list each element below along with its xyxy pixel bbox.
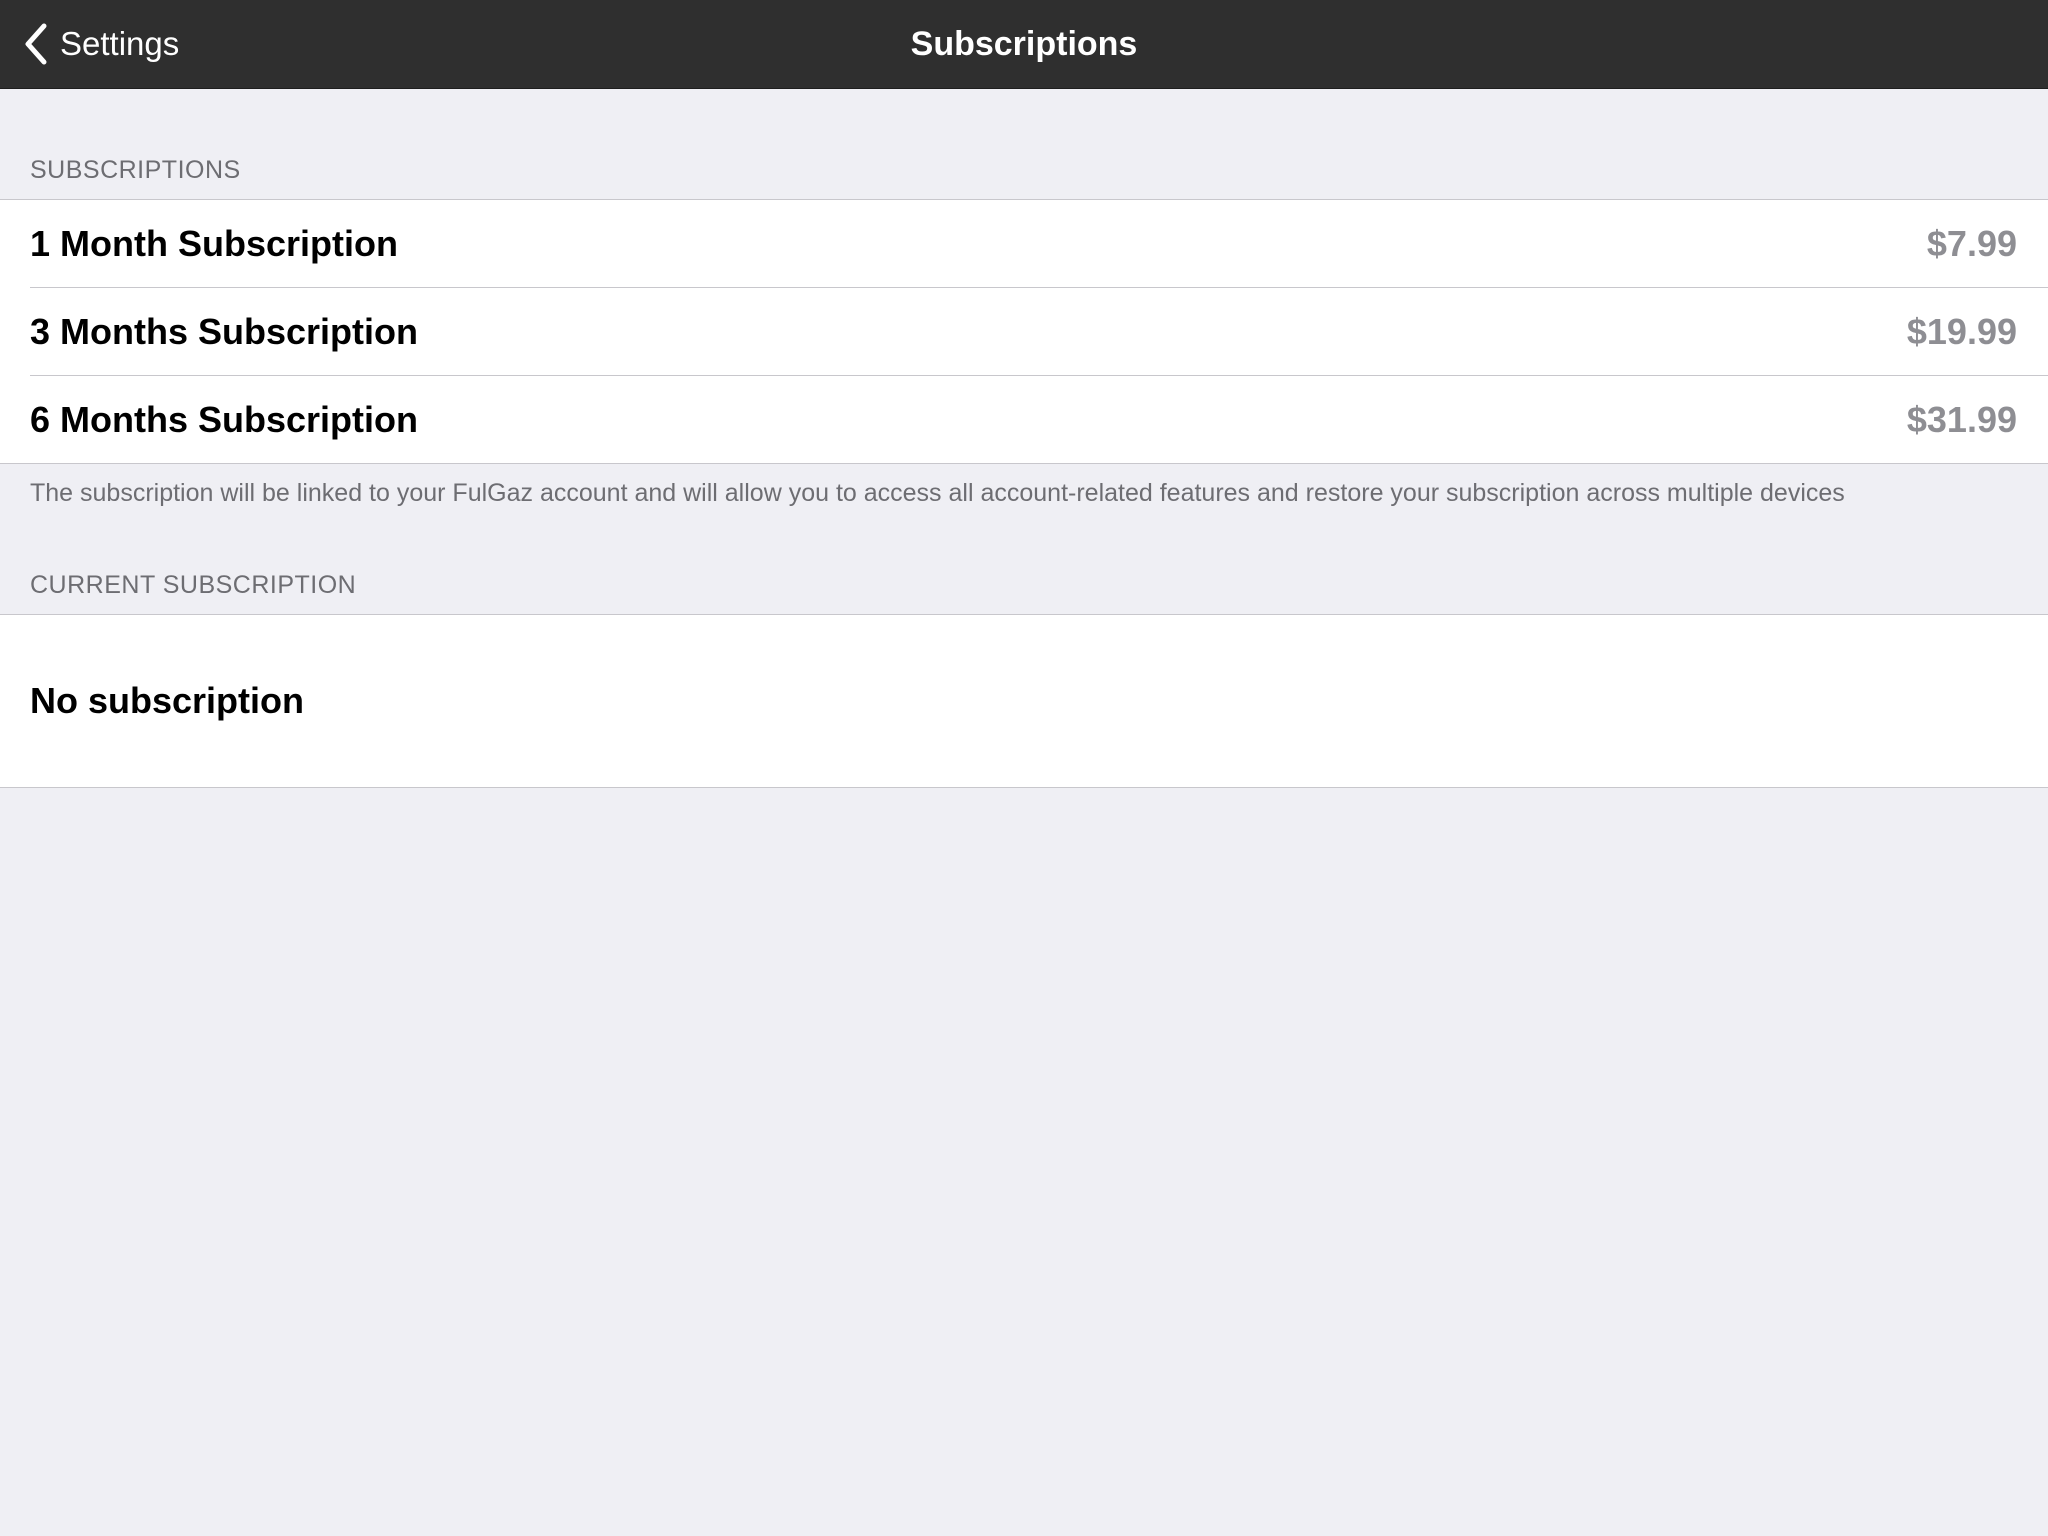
subscriptions-list: 1 Month Subscription $7.99 3 Months Subs… xyxy=(0,199,2048,464)
back-button-label: Settings xyxy=(60,25,180,62)
section-header-subscriptions: SUBSCRIPTIONS xyxy=(30,156,241,184)
subscription-price: $19.99 xyxy=(1906,310,2017,352)
subscription-title: 6 Months Subscription xyxy=(30,398,419,440)
subscription-option-3-months[interactable]: 3 Months Subscription $19.99 xyxy=(0,287,2048,375)
chevron-left-icon xyxy=(25,23,47,65)
subscription-title: 3 Months Subscription xyxy=(30,310,419,352)
subscription-option-1-month[interactable]: 1 Month Subscription $7.99 xyxy=(0,200,2048,287)
subscription-footer-note: The subscription will be linked to your … xyxy=(30,479,1845,507)
subscription-option-6-months[interactable]: 6 Months Subscription $31.99 xyxy=(0,375,2048,463)
page-title: Subscriptions xyxy=(910,25,1138,63)
current-subscription-cell: No subscription xyxy=(0,614,2048,788)
subscription-price: $31.99 xyxy=(1906,398,2017,440)
current-subscription-status: No subscription xyxy=(30,680,305,721)
subscription-title: 1 Month Subscription xyxy=(30,222,398,264)
back-button[interactable]: Settings xyxy=(20,0,179,88)
navigation-bar: Settings Subscriptions xyxy=(0,0,2048,89)
section-header-current-subscription: CURRENT SUBSCRIPTION xyxy=(30,571,357,599)
subscription-price: $7.99 xyxy=(1926,222,2017,264)
